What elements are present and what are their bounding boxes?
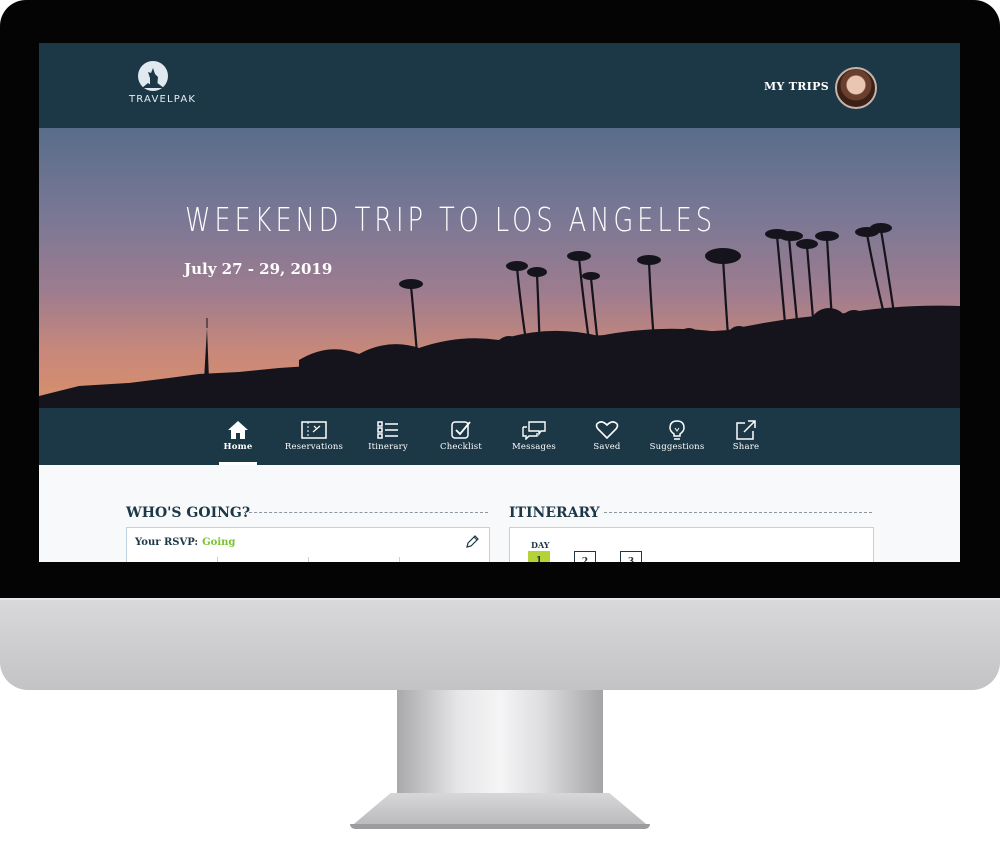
guest-grid-divider [308, 557, 309, 562]
guest-grid-divider [399, 557, 400, 562]
section-divider [604, 512, 872, 513]
checklist-icon [451, 421, 471, 439]
trip-dates: July 27 - 29, 2019 [184, 260, 333, 278]
tab-messages-label: Messages [512, 442, 556, 452]
day-label: DAY [531, 540, 550, 550]
day-2-button[interactable]: 2 [574, 551, 596, 562]
share-icon [736, 420, 756, 440]
trip-nav-bar: Home Reservations Itinerary Checklist Me… [39, 408, 960, 465]
rsvp-status[interactable]: Going [202, 537, 235, 548]
tab-reservations-label: Reservations [284, 442, 344, 452]
travelpak-logo[interactable]: TRAVELPAK [129, 59, 197, 115]
logo-wordmark: TRAVELPAK [129, 94, 197, 105]
rsvp-card: Your RSVP: Going [126, 527, 490, 562]
user-avatar[interactable] [835, 67, 877, 109]
messages-icon [522, 421, 546, 440]
palm-silhouette-image [39, 223, 960, 408]
tab-reservations[interactable]: Reservations [284, 408, 344, 465]
tab-messages[interactable]: Messages [511, 408, 557, 465]
tab-itinerary-label: Itinerary [368, 442, 408, 452]
monitor-chin [0, 598, 1000, 690]
itinerary-card: DAY 1 2 3 [509, 527, 874, 562]
rsvp-row: Your RSVP: Going [135, 537, 235, 548]
ticket-icon [301, 421, 327, 439]
list-icon [377, 421, 398, 439]
day-1-button[interactable]: 1 [528, 551, 550, 562]
heart-icon [595, 421, 619, 440]
monitor-stand-neck [397, 690, 603, 795]
tab-share[interactable]: Share [731, 408, 761, 465]
wolf-icon [142, 68, 164, 88]
edit-pencil-icon[interactable] [465, 535, 479, 549]
tab-share-label: Share [732, 442, 760, 452]
screen: TRAVELPAK MY TRIPS WEEKEND TRIP TO LOS A… [39, 43, 960, 562]
my-trips-link[interactable]: MY TRIPS [764, 80, 829, 93]
tab-itinerary[interactable]: Itinerary [365, 408, 411, 465]
lightbulb-icon [669, 420, 685, 440]
section-divider [244, 512, 488, 513]
whos-going-title: WHO'S GOING? [126, 505, 251, 521]
home-icon [228, 421, 248, 439]
rsvp-label: Your RSVP: [135, 537, 199, 548]
trip-title: WEEKEND TRIP TO LOS ANGELES [185, 200, 716, 239]
monitor-stand-base-edge [350, 824, 650, 829]
tab-suggestions[interactable]: Suggestions [649, 408, 705, 465]
tab-checklist-label: Checklist [440, 442, 482, 452]
monitor-chin-edge [0, 598, 1000, 600]
itinerary-title: ITINERARY [509, 505, 600, 521]
main-content: WHO'S GOING? Your RSVP: Going ITINERARY D… [39, 465, 960, 562]
hero-banner: WEEKEND TRIP TO LOS ANGELES July 27 - 29… [39, 128, 960, 408]
top-bar: TRAVELPAK MY TRIPS [39, 43, 960, 128]
tab-home[interactable]: Home [219, 408, 257, 465]
guest-grid-divider [217, 557, 218, 562]
tab-saved-label: Saved [593, 442, 621, 452]
day-3-button[interactable]: 3 [620, 551, 642, 562]
logo-emblem [138, 61, 168, 91]
tab-saved[interactable]: Saved [589, 408, 625, 465]
tab-checklist[interactable]: Checklist [439, 408, 483, 465]
tab-suggestions-label: Suggestions [649, 442, 705, 452]
tab-home-label: Home [223, 442, 253, 452]
